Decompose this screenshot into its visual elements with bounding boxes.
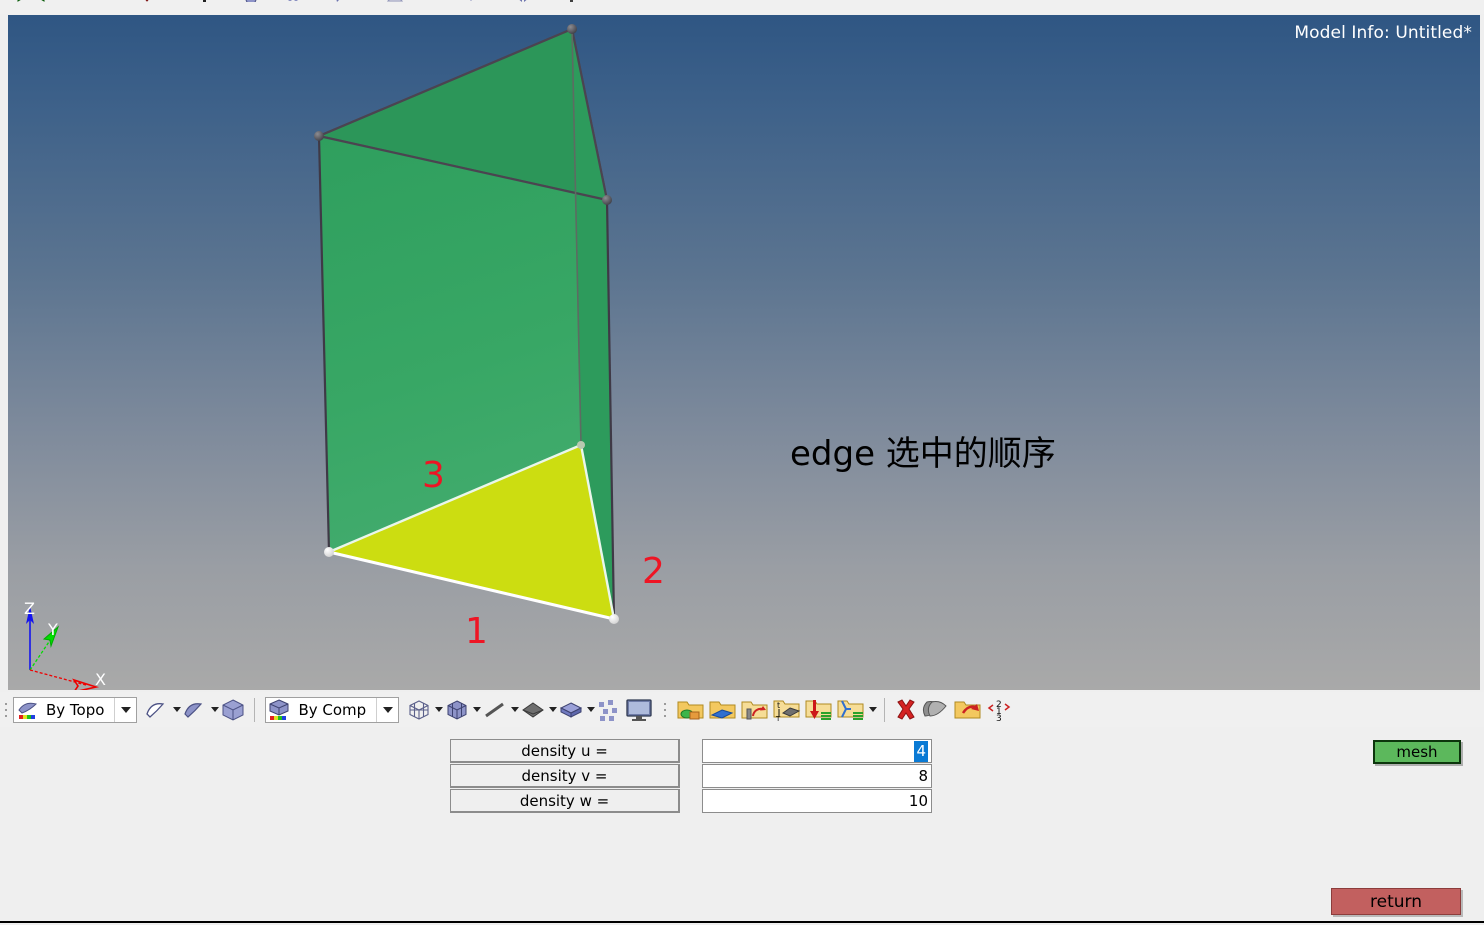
axis-label-z: Z — [24, 599, 35, 618]
folder-load-icon[interactable] — [803, 696, 835, 724]
folder-constraint-dropdown-arrow[interactable] — [867, 707, 878, 712]
by-topo-label: By Topo — [46, 700, 105, 719]
edge-order-label-2: 2 — [642, 551, 665, 592]
shell-element-icon[interactable] — [519, 696, 547, 724]
density-u-input[interactable]: 4 — [702, 739, 932, 763]
density-row-v: density v = 8 — [450, 764, 932, 788]
folder-boundary-icon[interactable] — [739, 696, 771, 724]
svg-text:t: t — [777, 701, 780, 710]
surface-filled-icon[interactable] — [181, 696, 209, 724]
density-v-value: 8 — [918, 767, 928, 785]
density-u-label: density u = — [450, 739, 680, 763]
density-row-w: density w = 10 — [450, 789, 932, 813]
zoom-fit-icon[interactable] — [240, 0, 262, 2]
density-panel: density u = 4 density v = 8 density w = … — [450, 739, 932, 814]
zoom-in-plus-icon[interactable] — [194, 0, 216, 2]
surface-outline-dropdown-arrow[interactable] — [171, 707, 182, 712]
wire-cube-dropdown-arrow[interactable] — [433, 707, 444, 712]
component-cube-icon — [268, 698, 294, 722]
edge-order-label-1: 1 — [465, 611, 488, 652]
annotation-text: edge 选中的顺序 — [790, 434, 1056, 474]
translate-green-2-icon[interactable] — [36, 0, 58, 2]
axis-label-x: X — [95, 670, 106, 689]
mesh-cube-dropdown-arrow[interactable] — [471, 707, 482, 712]
surface-filled-dropdown-arrow[interactable] — [209, 707, 220, 712]
vertex-node-selected[interactable] — [577, 441, 585, 449]
density-w-label: density w = — [450, 789, 680, 813]
edge-order-label-3: 3 — [422, 455, 445, 496]
vertex-node[interactable] — [602, 195, 612, 205]
surface-outline-icon[interactable] — [143, 696, 171, 724]
model-geometry — [26, 24, 619, 690]
top-toolbar — [0, 0, 1484, 14]
display-monitor-icon[interactable] — [623, 696, 655, 724]
vertex-node-selected[interactable] — [324, 547, 334, 557]
view-iso-icon[interactable] — [512, 0, 534, 2]
pan-cursor-icon[interactable] — [328, 0, 350, 2]
density-w-input-wrap: 10 — [702, 789, 932, 813]
toolbar-grip[interactable] — [2, 698, 10, 722]
rotate-rgb-icon[interactable] — [68, 0, 90, 2]
layers-stack-icon[interactable] — [920, 696, 952, 724]
renumber-123-icon[interactable]: 2 1 3 — [984, 696, 1014, 724]
zoom-window-icon[interactable] — [282, 0, 304, 2]
by-topo-dropdown-arrow[interactable] — [114, 697, 136, 722]
top-toolbar-icons — [4, 0, 582, 2]
folder-constraint-icon[interactable] — [835, 696, 867, 724]
folder-thickness-icon[interactable]: t T — [771, 696, 803, 724]
scatter-elements-icon[interactable] — [595, 696, 623, 724]
folder-material-icon[interactable] — [675, 696, 707, 724]
translate-green-icon[interactable] — [4, 0, 26, 2]
axis-triad — [26, 606, 100, 690]
solid-element-icon[interactable] — [557, 696, 585, 724]
density-u-value: 4 — [914, 740, 928, 762]
view-front-icon[interactable] — [460, 0, 482, 2]
vertex-node[interactable] — [314, 131, 324, 141]
vertex-node[interactable] — [567, 24, 577, 34]
solid-element-dropdown-arrow[interactable] — [585, 707, 596, 712]
view-list-icon[interactable] — [560, 0, 582, 2]
bottom-divider — [0, 921, 1484, 923]
3d-viewport[interactable]: Z Y X 1 2 3 edge 选中的顺序 Model Info: Untit… — [8, 15, 1480, 690]
vertex-node-selected[interactable] — [609, 614, 619, 624]
density-v-input[interactable]: 8 — [702, 764, 932, 788]
pick-red-icon[interactable] — [136, 0, 158, 2]
density-w-value: 10 — [908, 792, 928, 810]
bottom-toolbar: By Topo By Comp t T 2 1 3 — [0, 692, 1484, 727]
axis-label-y: Y — [48, 620, 58, 639]
folder-import-icon[interactable] — [952, 696, 984, 724]
svg-text:T: T — [775, 715, 781, 723]
topo-surface-icon — [16, 698, 42, 722]
line-element-dropdown-arrow[interactable] — [509, 707, 520, 712]
view-shade-icon[interactable] — [384, 0, 406, 2]
delete-cross-icon[interactable] — [892, 696, 920, 724]
line-element-icon[interactable] — [481, 696, 509, 724]
folder-property-icon[interactable] — [707, 696, 739, 724]
by-comp-dropdown-arrow[interactable] — [376, 697, 398, 722]
svg-text:3: 3 — [996, 714, 1002, 722]
mesh-cube-icon[interactable] — [443, 696, 471, 724]
return-button[interactable]: return — [1331, 888, 1461, 915]
density-u-input-wrap: 4 — [702, 739, 932, 763]
model-info-label: Model Info: Untitled* — [1294, 23, 1472, 43]
shell-element-dropdown-arrow[interactable] — [547, 707, 558, 712]
by-comp-combo[interactable]: By Comp — [265, 696, 400, 723]
density-row-u: density u = 4 — [450, 739, 932, 763]
solid-cube-icon[interactable] — [219, 696, 247, 724]
mesh-button[interactable]: mesh — [1373, 740, 1461, 764]
density-v-label: density v = — [450, 764, 680, 788]
by-comp-label: By Comp — [298, 700, 367, 719]
density-v-input-wrap: 8 — [702, 764, 932, 788]
toolbar-grip-2[interactable] — [661, 698, 669, 722]
application-window: Z Y X 1 2 3 edge 选中的顺序 Model Info: Untit… — [0, 0, 1484, 925]
density-w-input[interactable]: 10 — [702, 789, 932, 813]
by-topo-combo[interactable]: By Topo — [13, 696, 138, 723]
wire-cube-icon[interactable] — [405, 696, 433, 724]
